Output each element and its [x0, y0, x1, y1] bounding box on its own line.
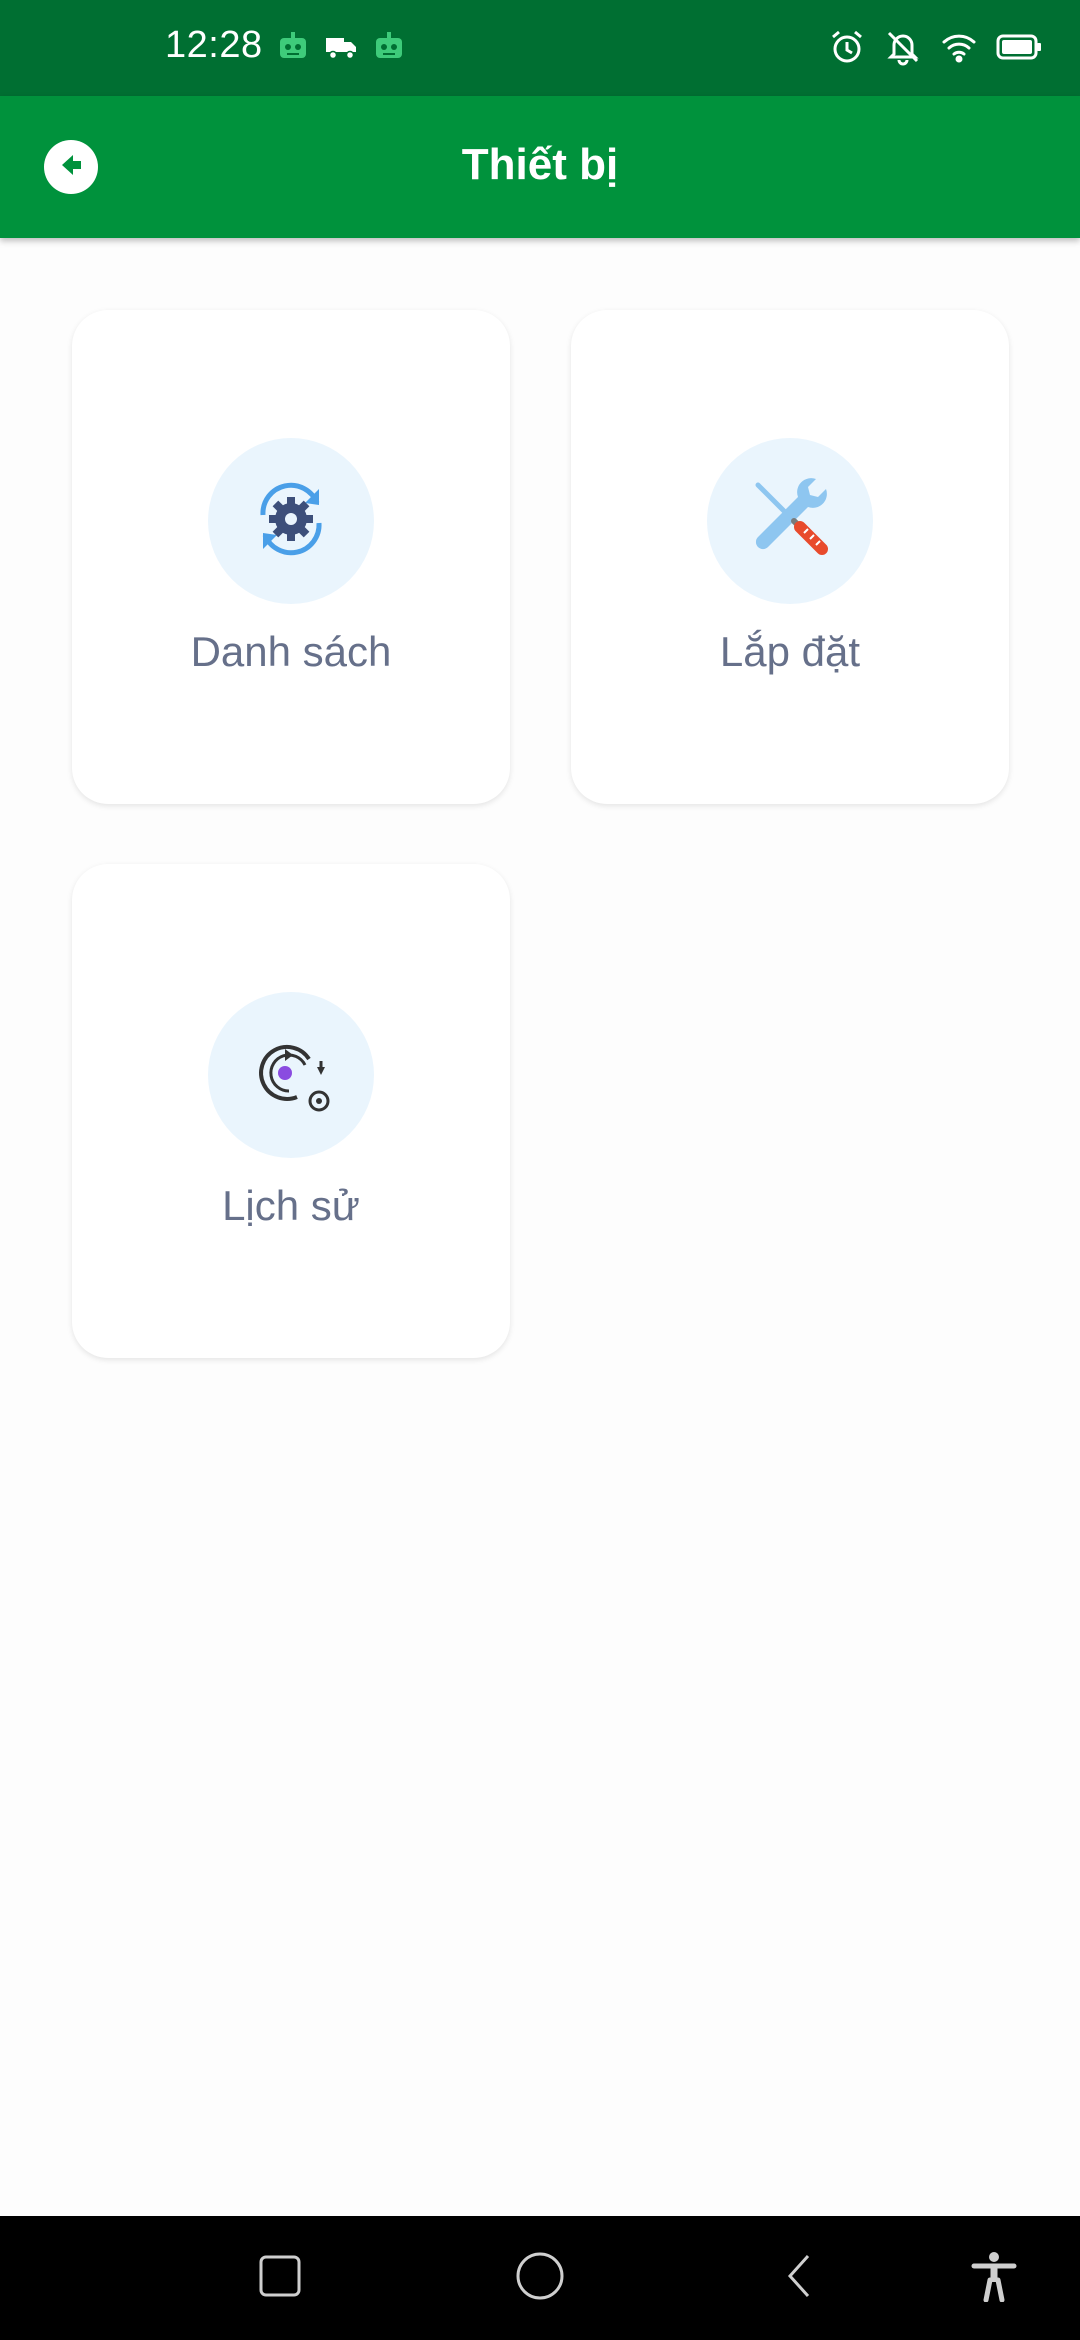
nav-back-button[interactable]	[768, 2246, 832, 2310]
tile-label: Danh sách	[190, 628, 392, 675]
status-time: 12:28	[165, 24, 263, 66]
home-button[interactable]	[508, 2246, 572, 2310]
system-nav-bar	[0, 2216, 1080, 2340]
recent-apps-icon	[258, 2254, 302, 2303]
tile-icon-circle	[208, 438, 374, 604]
bell-off-icon	[884, 28, 922, 71]
tile-icon-circle	[208, 992, 374, 1158]
wrench-screwdriver-icon	[742, 471, 838, 572]
back-icon	[780, 2252, 820, 2305]
tile-danh-sach[interactable]: Danh sách	[72, 310, 510, 804]
tile-icon-circle	[707, 438, 873, 604]
android-robot-icon	[276, 30, 310, 69]
history-icon	[243, 1025, 339, 1126]
truck-icon	[324, 30, 358, 69]
wifi-icon	[940, 28, 978, 71]
tile-label: Lắp đặt	[719, 628, 861, 675]
battery-icon	[996, 32, 1042, 67]
tile-lap-dat[interactable]: Lắp đặt	[571, 310, 1009, 804]
tile-lich-su[interactable]: Lịch sử	[72, 864, 510, 1358]
accessibility-button[interactable]	[962, 2246, 1026, 2310]
home-icon	[514, 2250, 566, 2307]
recent-apps-button[interactable]	[248, 2246, 312, 2310]
app-bar: Thiết bị	[0, 96, 1080, 238]
accessibility-icon	[970, 2250, 1018, 2307]
status-bar: 12:28	[0, 0, 1080, 96]
gear-refresh-icon	[243, 471, 339, 572]
tile-label: Lịch sử	[222, 1182, 360, 1229]
page-title: Thiết bị	[461, 140, 619, 189]
status-right-icons	[828, 28, 1042, 71]
main-content: Danh sách Lắp đặt Lịch sử	[0, 238, 1080, 2216]
alarm-icon	[828, 28, 866, 71]
android-robot-icon	[372, 30, 406, 69]
status-left-icons	[276, 30, 406, 69]
